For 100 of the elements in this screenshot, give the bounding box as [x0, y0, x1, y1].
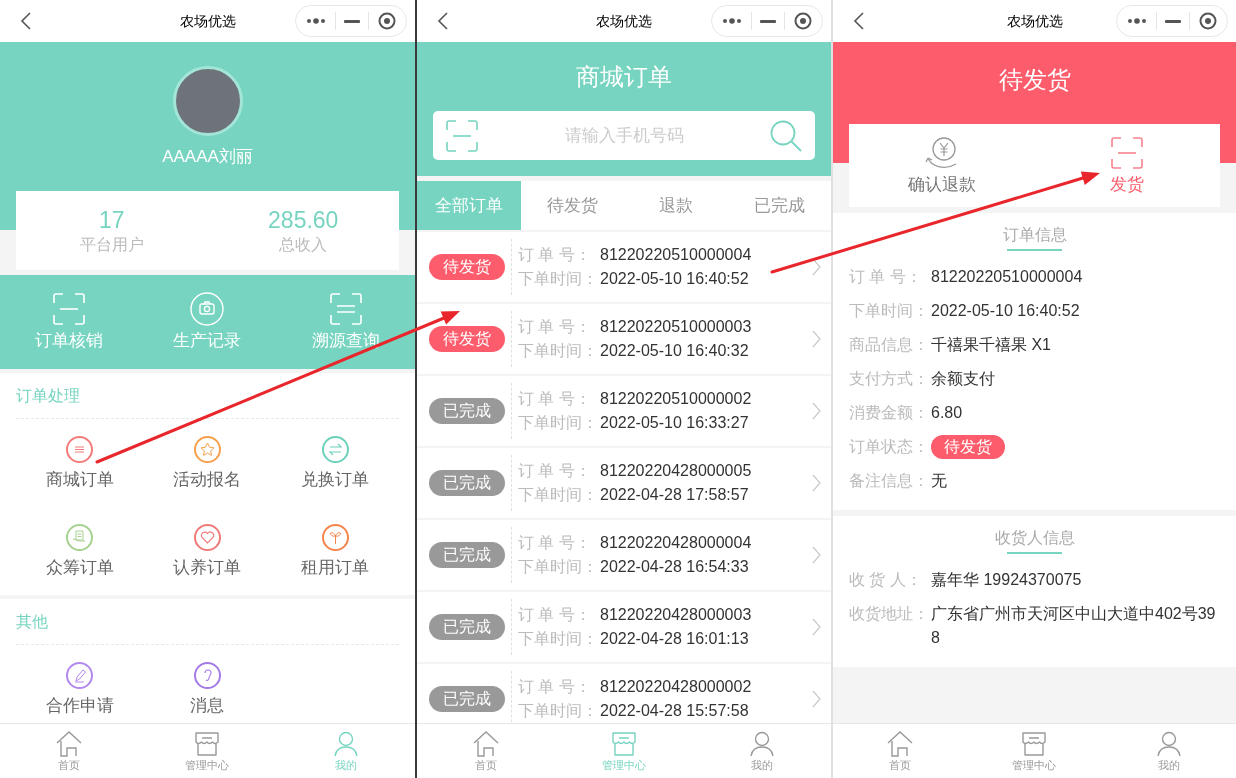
camera-icon	[190, 292, 225, 326]
status-badge: 已完成	[429, 542, 505, 568]
order-number: 81220220428000005	[600, 461, 752, 481]
tab-bar-item[interactable]: 我的	[693, 724, 831, 778]
close-icon[interactable]	[377, 12, 396, 30]
menu-item[interactable]: 活动报名	[143, 419, 272, 507]
order-time: 2022-04-28 15:57:58	[600, 701, 749, 721]
menu-item[interactable]: 众筹订单	[16, 507, 144, 595]
order-row[interactable]: 待发货 订 单 号： 81220220510000003 下单时间：2022-05-10 16:40:32	[417, 304, 831, 374]
order-time: 2022-04-28 16:54:33	[600, 557, 749, 577]
status-badge: 已完成	[429, 614, 505, 640]
chevron-right-icon	[812, 690, 821, 708]
order-time: 2022-04-28 16:01:13	[600, 629, 749, 649]
tab-bar-item[interactable]: 管理中心	[555, 724, 693, 778]
order-time: 2022-05-10 16:40:52	[600, 269, 749, 289]
scan-icon	[52, 292, 87, 326]
order-number: 81220220428000002	[600, 677, 752, 697]
stat-label: 总收入	[279, 234, 328, 255]
status-badge: 待发货	[429, 326, 505, 352]
field-label: 订 单 号：	[849, 267, 923, 287]
more-icon[interactable]	[1127, 18, 1148, 24]
field-label: 下单时间：	[518, 269, 599, 289]
chevron-right-icon	[812, 330, 821, 348]
field-label: 下单时间：	[518, 341, 599, 361]
status-badge: 待发货	[429, 254, 505, 280]
more-icon[interactable]	[306, 18, 327, 24]
field-label: 订 单 号：	[518, 533, 592, 553]
tab-bar-item[interactable]: 管理中心	[138, 724, 277, 778]
field-value: 千禧果千禧果 X1	[931, 335, 1051, 355]
tab-bar-item[interactable]: 首页	[417, 724, 555, 778]
back-icon[interactable]	[437, 12, 449, 30]
back-icon[interactable]	[853, 12, 865, 30]
stat-label: 平台用户	[79, 234, 144, 255]
quick-action[interactable]: 溯源查询	[276, 275, 415, 369]
scan-icon	[445, 118, 479, 153]
field-label: 订 单 号：	[518, 677, 592, 697]
chevron-right-icon	[812, 474, 821, 492]
more-icon[interactable]	[722, 18, 743, 24]
user-icon	[1154, 730, 1183, 757]
tab-bar-item[interactable]: 首页	[833, 724, 968, 778]
order-row[interactable]: 已完成 订 单 号： 81220220428000003 下单时间：2022-04-28 16:01:13	[417, 592, 831, 662]
menu-item[interactable]: 商城订单	[16, 419, 144, 507]
order-time: 2022-04-28 17:58:57	[600, 485, 749, 505]
field-value: 广东省广州市天河区中山大道中402号398	[931, 604, 1217, 648]
field-label: 支付方式：	[849, 369, 930, 389]
home-icon	[55, 730, 84, 757]
minimize-icon[interactable]	[1164, 19, 1181, 23]
field-value: 嘉年华 19924370075	[931, 570, 1082, 590]
menu-item[interactable]: 租用订单	[271, 507, 399, 595]
chevron-right-icon	[812, 618, 821, 636]
quick-action[interactable]: 订单核销	[0, 275, 139, 369]
order-row[interactable]: 已完成 订 单 号： 81220220510000002 下单时间：2022-05-10 16:33:27	[417, 376, 831, 446]
chevron-right-icon	[812, 402, 821, 420]
action-button[interactable]: 发货	[1034, 124, 1220, 207]
scan-icon	[1110, 135, 1145, 170]
tab-bar-item[interactable]: 我的	[1101, 724, 1236, 778]
order-row[interactable]: 已完成 订 单 号： 81220220428000004 下单时间：2022-04-28 16:54:33	[417, 520, 831, 590]
status-badge: 已完成	[429, 686, 505, 712]
quick-action[interactable]: 生产记录	[138, 275, 277, 369]
minimize-icon[interactable]	[343, 19, 360, 23]
section-title: 其他	[16, 611, 48, 632]
chevron-right-icon	[812, 258, 821, 276]
menu-item[interactable]: 认养订单	[143, 507, 272, 595]
field-value: 6.80	[931, 403, 963, 423]
minimize-icon[interactable]	[759, 19, 776, 23]
menu-item[interactable]: 消息	[143, 645, 272, 723]
store-icon	[610, 730, 638, 757]
field-label: 订 单 号：	[518, 317, 592, 337]
field-label: 下单时间：	[518, 413, 599, 433]
field-value: 2022-05-10 16:40:52	[931, 301, 1080, 321]
tab-bar-item[interactable]: 首页	[0, 724, 139, 778]
field-value: 81220220510000004	[931, 267, 1083, 287]
page-title: 农场优选	[596, 11, 652, 31]
filter-tab[interactable]: 全部订单	[417, 181, 521, 230]
scan-icon	[328, 292, 363, 326]
order-time: 2022-05-10 16:33:27	[600, 413, 749, 433]
order-row[interactable]: 已完成 订 单 号： 81220220428000005 下单时间：2022-04-28 17:58:57	[417, 448, 831, 518]
action-button[interactable]: 确认退款	[849, 124, 1035, 207]
back-icon[interactable]	[20, 12, 32, 30]
tab-bar-item[interactable]: 我的	[276, 724, 415, 778]
menu-item[interactable]: 合作申请	[16, 645, 144, 723]
tab-bar-item[interactable]: 管理中心	[967, 724, 1102, 778]
menu-item[interactable]: 兑换订单	[271, 419, 399, 507]
order-row[interactable]: 已完成 订 单 号： 81220220428000002 下单时间：2022-04-28 15:57:58	[417, 664, 831, 723]
field-label: 消费金额：	[849, 403, 930, 423]
status-badge: 待发货	[931, 435, 1005, 459]
field-label: 备注信息：	[849, 471, 930, 491]
order-row[interactable]: 待发货 订 单 号： 81220220510000004 下单时间：2022-05-10 16:40:52	[417, 232, 831, 302]
page-title: 农场优选	[1006, 11, 1063, 31]
field-label: 订单状态：	[849, 437, 930, 457]
order-number: 81220220510000004	[600, 245, 752, 265]
home-icon	[472, 730, 500, 757]
field-label: 订 单 号：	[518, 605, 592, 625]
section-title: 收货人信息	[994, 528, 1075, 548]
store-icon	[1020, 730, 1049, 757]
close-icon[interactable]	[1198, 12, 1217, 30]
field-label: 商品信息：	[849, 335, 930, 355]
close-icon[interactable]	[793, 12, 812, 30]
store-icon	[193, 730, 222, 757]
user-name: AAAAA刘丽	[162, 146, 253, 168]
